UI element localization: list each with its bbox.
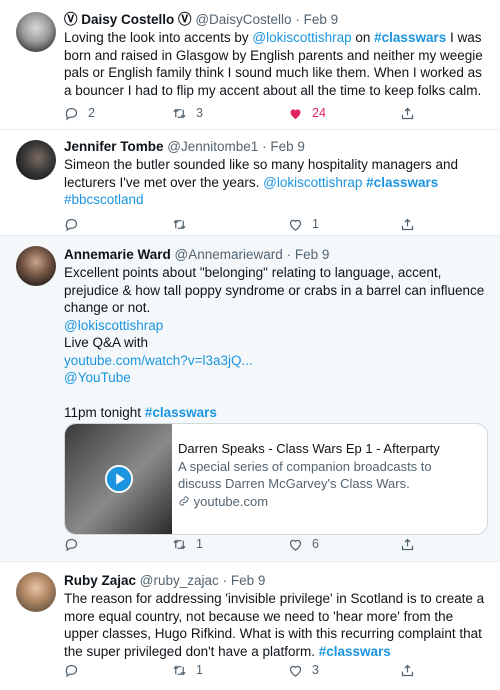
reply-button[interactable] [64, 214, 79, 234]
retweet-icon [173, 218, 186, 230]
tweet-text: Excellent points about "belonging" relat… [64, 264, 488, 422]
tweet-date[interactable]: Feb 9 [304, 12, 339, 27]
reply-icon [65, 218, 78, 231]
avatar[interactable] [16, 246, 56, 286]
retweet-button[interactable]: 3 [172, 103, 203, 123]
like-count: 1 [312, 217, 319, 231]
author-name[interactable]: Ruby Zajac [64, 573, 136, 588]
tweet-text: The reason for addressing 'invisible pri… [64, 590, 488, 660]
hashtag-link[interactable]: #classwars [145, 405, 217, 420]
card-description: A special series of companion broadcasts… [178, 459, 432, 491]
heart-icon [289, 539, 302, 551]
play-icon[interactable] [105, 465, 133, 493]
share-icon [401, 538, 414, 550]
reply-button[interactable]: 2 [64, 103, 95, 123]
author-handle[interactable]: @Annemarieward [175, 247, 283, 262]
tweet-text: Simeon the butler sounded like so many h… [64, 156, 488, 209]
author-name[interactable]: Annemarie Ward [64, 247, 171, 262]
avatar[interactable] [16, 140, 56, 180]
author-name[interactable]: Jennifer Tombe [64, 139, 164, 154]
share-button[interactable] [400, 103, 415, 123]
separator: · [222, 573, 228, 588]
like-count: 24 [312, 106, 326, 120]
share-button[interactable] [400, 214, 415, 234]
share-icon [401, 107, 414, 119]
share-button[interactable] [400, 660, 415, 680]
retweet-icon [173, 538, 186, 550]
separator: · [286, 247, 292, 262]
url-link[interactable]: youtube.com/watch?v=l3a3jQ... [64, 353, 253, 368]
retweet-count: 1 [196, 537, 203, 551]
retweet-count: 1 [196, 663, 203, 677]
tweet[interactable]: Ruby Zajac @ruby_zajac · Feb 9 The reaso… [0, 562, 500, 690]
retweet-button[interactable]: 1 [172, 534, 203, 554]
like-button[interactable]: 3 [288, 660, 319, 680]
share-icon [401, 664, 414, 676]
retweet-icon [173, 664, 186, 676]
text-segment: Excellent points about "belonging" relat… [64, 265, 485, 315]
heart-filled-icon [290, 108, 301, 119]
hashtag-link[interactable]: #classwars [374, 30, 446, 45]
retweet-count: 3 [196, 106, 203, 120]
share-button[interactable] [400, 534, 415, 554]
reply-icon [65, 107, 78, 120]
tweet-date[interactable]: Feb 9 [295, 247, 330, 262]
link-card[interactable]: Darren Speaks - Class Wars Ep 1 - Afterp… [64, 423, 488, 535]
hashtag-link[interactable]: #classwars [366, 175, 438, 190]
text-segment: 11pm tonight [64, 405, 145, 420]
tweet-date[interactable]: Feb 9 [231, 573, 266, 588]
mention-link[interactable]: @lokiscottishrap [263, 175, 362, 190]
author-handle[interactable]: @Jennitombe1 [167, 139, 258, 154]
reply-icon [65, 664, 78, 677]
separator: · [295, 12, 300, 27]
like-count: 6 [312, 537, 319, 551]
tweet[interactable]: Ⓥ Daisy Costello Ⓥ @DaisyCostello · Feb … [0, 0, 500, 130]
reply-count: 2 [88, 106, 95, 120]
share-icon [401, 218, 414, 230]
retweet-button[interactable]: 1 [172, 660, 203, 680]
like-button[interactable]: 1 [288, 214, 319, 234]
author-name[interactable]: Ⓥ Daisy Costello Ⓥ [64, 12, 192, 27]
mention-link[interactable]: @lokiscottishrap [252, 30, 351, 45]
tweet-text: Loving the look into accents by @lokisco… [64, 29, 488, 99]
heart-icon [289, 665, 302, 677]
link-icon [179, 496, 189, 506]
separator: · [262, 139, 267, 154]
hashtag-link[interactable]: #classwars [319, 644, 391, 659]
like-button[interactable]: 6 [288, 534, 319, 554]
reply-icon [65, 538, 78, 551]
retweet-button[interactable] [172, 214, 187, 234]
heart-icon [289, 219, 302, 231]
author-handle[interactable]: @ruby_zajac [140, 573, 219, 588]
video-thumbnail [65, 424, 172, 534]
like-button[interactable]: 24 [288, 103, 326, 123]
avatar[interactable] [16, 572, 56, 612]
retweet-icon [173, 107, 186, 119]
card-domain: youtube.com [193, 494, 269, 509]
text-segment: Live Q&A with [64, 335, 149, 350]
mention-link[interactable]: @YouTube [64, 370, 131, 385]
like-count: 3 [312, 663, 319, 677]
reply-button[interactable] [64, 660, 79, 680]
author-handle[interactable]: @DaisyCostello [195, 12, 291, 27]
hashtag-link[interactable]: #bbcscotland [64, 192, 144, 207]
avatar[interactable] [16, 12, 56, 52]
card-title: Darren Speaks - Class Wars Ep 1 - Afterp… [178, 441, 440, 456]
tweet-date[interactable]: Feb 9 [270, 139, 305, 154]
mention-link[interactable]: @lokiscottishrap [64, 318, 163, 333]
text-segment: The reason for addressing 'invisible pri… [64, 591, 485, 659]
text-segment: on [351, 30, 375, 45]
text-segment: Loving the look into accents by [64, 30, 253, 45]
tweet[interactable]: Annemarie Ward @Annemarieward · Feb 9 Ex… [0, 236, 500, 562]
tweet[interactable]: Jennifer Tombe @Jennitombe1 · Feb 9 Sime… [0, 130, 500, 236]
reply-button[interactable] [64, 534, 79, 554]
